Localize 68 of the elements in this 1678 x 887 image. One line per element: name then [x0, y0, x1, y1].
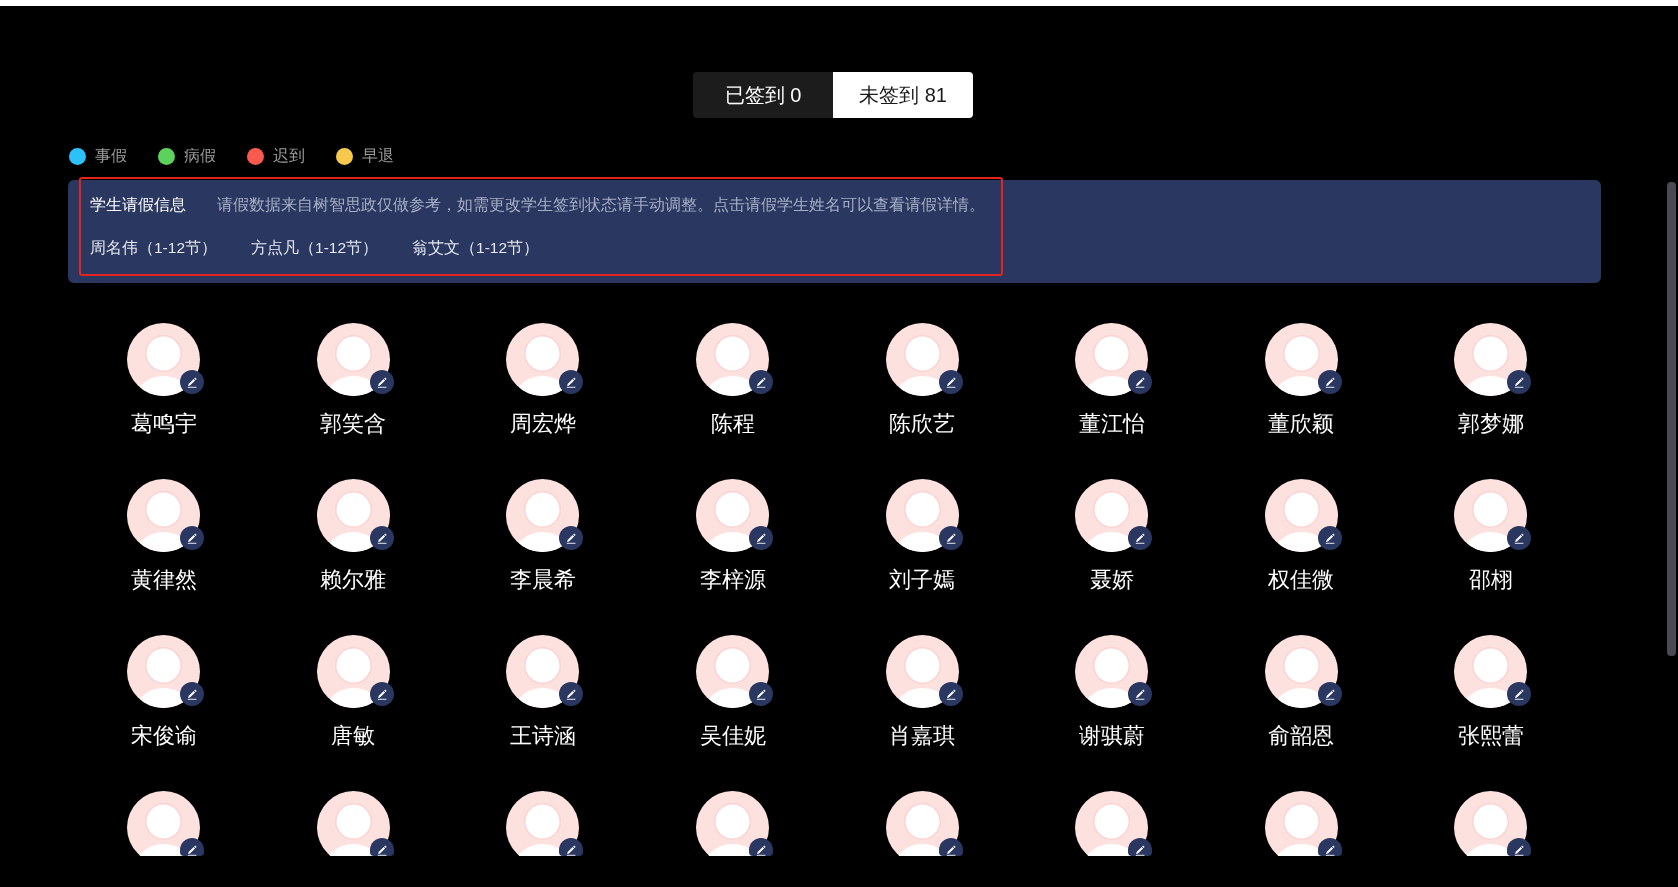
pencil-icon	[1323, 687, 1336, 700]
pencil-icon	[1134, 375, 1147, 388]
pencil-icon	[186, 687, 199, 700]
tab[interactable]: 已签到 0	[693, 72, 833, 118]
notice-text: 请假数据来自树智思政仅做参考，如需更改学生签到状态请手动调整。点击请假学生姓名可以查看请假详情。	[217, 195, 985, 215]
legend-label: 事假	[95, 147, 127, 165]
student-name: 陈程	[710, 409, 755, 438]
tab[interactable]: 未签到 81	[833, 72, 973, 118]
leave-student-link[interactable]: 周名伟（1-12节）	[90, 238, 218, 258]
pencil-icon	[1323, 843, 1336, 856]
pencil-icon	[375, 843, 388, 856]
student-name: 赖尔雅	[320, 565, 387, 594]
student-name: 李晨希	[510, 565, 576, 594]
student-name: 周宏烨	[510, 409, 576, 438]
student-name: 董欣颖	[1268, 409, 1335, 438]
pencil-icon	[755, 375, 768, 388]
pencil-icon	[1513, 687, 1526, 700]
pencil-icon	[375, 375, 388, 388]
pencil-icon	[565, 687, 578, 700]
leave-student-link[interactable]: 翁艾文（1-12节）	[412, 238, 540, 258]
pencil-icon	[565, 843, 578, 856]
pencil-icon	[1134, 843, 1147, 856]
student-name: 俞韶恩	[1268, 721, 1335, 750]
pencil-icon	[1513, 375, 1526, 388]
student-name: 唐敏	[331, 721, 376, 750]
pencil-icon	[1513, 843, 1526, 856]
pencil-icon	[186, 843, 199, 856]
pencil-icon	[1323, 375, 1336, 388]
student-name: 葛鸣宇	[130, 409, 197, 438]
pencil-icon	[565, 531, 578, 544]
student-name: 王诗涵	[510, 721, 576, 750]
student-name: 谢骐蔚	[1078, 721, 1145, 750]
scrollbar-thumb[interactable]	[1667, 182, 1676, 656]
student-name: 陈欣艺	[889, 409, 956, 438]
student-name: 黄律然	[130, 565, 197, 594]
student-name: 郭梦娜	[1457, 409, 1524, 438]
pencil-icon	[755, 843, 768, 856]
pencil-icon	[375, 531, 388, 544]
pencil-icon	[944, 687, 957, 700]
student-name: 宋俊谕	[130, 721, 197, 750]
leave-student-link[interactable]: 方点凡（1-12节）	[251, 238, 379, 258]
legend-label: 迟到	[273, 147, 305, 165]
student-name: 肖嘉琪	[889, 721, 956, 750]
student-name: 邵栩	[1468, 565, 1513, 594]
pencil-icon	[565, 375, 578, 388]
pencil-icon	[1134, 687, 1147, 700]
student-name: 董江怡	[1078, 409, 1145, 438]
pencil-icon	[1134, 531, 1147, 544]
student-name: 李梓源	[699, 565, 766, 594]
pencil-icon	[186, 531, 199, 544]
panel-title: 学生请假信息	[90, 195, 186, 215]
student-name: 张熙蕾	[1457, 721, 1524, 750]
pencil-icon	[1513, 531, 1526, 544]
student-name: 权佳微	[1268, 565, 1335, 594]
pencil-icon	[755, 687, 768, 700]
student-name: 吴佳妮	[699, 721, 766, 750]
pencil-icon	[186, 375, 199, 388]
student-name: 刘子嫣	[889, 565, 956, 594]
pencil-icon	[755, 531, 768, 544]
pencil-icon	[944, 375, 957, 388]
student-name: 郭笑含	[320, 409, 387, 438]
pencil-icon	[944, 531, 957, 544]
legend-label: 病假	[184, 147, 216, 165]
pencil-icon	[944, 843, 957, 856]
pencil-icon	[375, 687, 388, 700]
pencil-icon	[1323, 531, 1336, 544]
legend-label: 早退	[362, 147, 394, 165]
student-name: 聂娇	[1089, 565, 1134, 594]
